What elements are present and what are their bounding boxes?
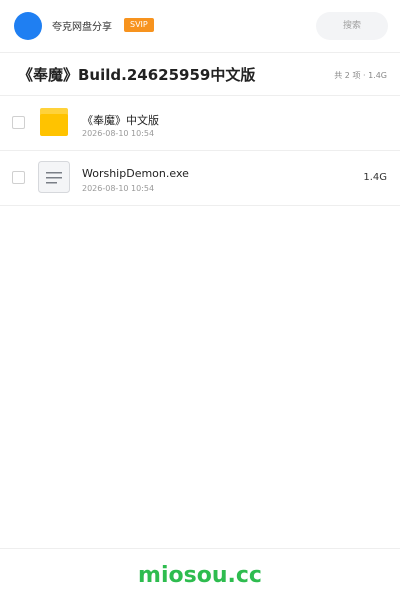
file-date: 2026-08-10 10:54 xyxy=(82,184,155,193)
share-title-bar: 《奉魔》Build.24625959中文版 共 2 项 · 1.4G xyxy=(0,53,400,96)
select-checkbox[interactable] xyxy=(12,116,25,129)
folder-icon xyxy=(40,108,68,136)
list-item[interactable]: 《奉魔》中文版 2026-08-10 10:54 xyxy=(0,96,400,151)
svip-badge: SVIP xyxy=(124,18,154,32)
file-summary: 共 2 项 · 1.4G xyxy=(334,71,387,80)
footer-brand[interactable]: miosou.cc xyxy=(0,563,400,588)
avatar[interactable] xyxy=(14,12,42,40)
brand-name: 夸克网盘分享 xyxy=(52,22,112,33)
file-icon xyxy=(38,161,70,193)
file-size: 1.4G xyxy=(363,172,387,183)
select-checkbox[interactable] xyxy=(12,171,25,184)
file-name: WorshipDemon.exe xyxy=(82,167,189,180)
file-name: 《奉魔》中文版 xyxy=(82,114,159,127)
list-item[interactable]: WorshipDemon.exe 2026-08-10 10:54 1.4G xyxy=(0,151,400,206)
footer: miosou.cc xyxy=(0,548,400,601)
page-title: 《奉魔》Build.24625959中文版 xyxy=(18,66,256,84)
header-bar: 夸克网盘分享 SVIP xyxy=(0,0,400,53)
file-date: 2026-08-10 10:54 xyxy=(82,129,155,138)
search-input[interactable] xyxy=(316,12,388,40)
